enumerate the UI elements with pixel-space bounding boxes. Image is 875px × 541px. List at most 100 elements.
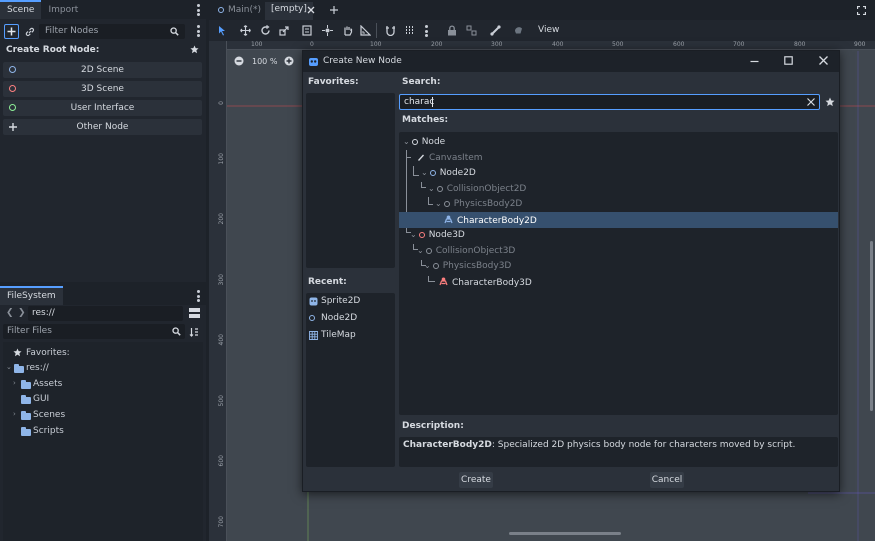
path-input[interactable]: res:// xyxy=(28,306,183,321)
tree-guide xyxy=(428,276,435,282)
zoom-level[interactable]: 100 % xyxy=(252,57,277,66)
tree-item-label: CollisionObject2D xyxy=(446,184,527,194)
ruler-vertical: 0 100 200 300 400 500 600 700 xyxy=(218,41,227,541)
user-interface-label: User Interface xyxy=(70,103,135,113)
tree-item-canvasitem[interactable]: CanvasItem xyxy=(417,153,483,163)
tree-item-characterbody3d[interactable]: CharacterBody3D xyxy=(439,277,532,288)
toolbar-divider xyxy=(376,23,377,38)
favorite-star-icon[interactable] xyxy=(825,97,835,107)
group-icon[interactable] xyxy=(466,25,477,36)
recent-item-label: Node2D xyxy=(321,313,358,323)
tree-item-node2d[interactable]: ⌄ Node2D xyxy=(421,168,476,178)
favorite-star-icon[interactable] xyxy=(190,45,199,54)
add-tab-icon[interactable] xyxy=(329,5,339,15)
user-interface-button[interactable]: User Interface xyxy=(3,100,202,116)
ruler-tool-icon[interactable] xyxy=(360,25,371,36)
tab-scene[interactable]: Scene xyxy=(0,0,42,19)
create-button[interactable]: Create xyxy=(459,472,493,488)
minimize-icon[interactable] xyxy=(750,57,759,66)
tree-item-collisionobject3d[interactable]: ⌄ CollisionObject3D xyxy=(417,246,515,256)
filter-nodes-placeholder: Filter Nodes xyxy=(45,26,99,36)
camera-override-icon[interactable] xyxy=(513,25,524,36)
maximize-icon[interactable] xyxy=(784,56,793,65)
folder-scripts[interactable]: Scripts xyxy=(33,426,64,436)
tab-empty[interactable]: [empty] xyxy=(265,2,313,20)
folder-assets[interactable]: Assets xyxy=(33,379,62,389)
filesystem-dock: FileSystem ❮ ❯ res:// Filter Files Favor… xyxy=(0,286,206,541)
lock-icon[interactable] xyxy=(447,25,457,36)
add-node-button[interactable] xyxy=(4,24,19,39)
star-icon xyxy=(13,348,22,357)
clear-icon[interactable] xyxy=(807,98,815,106)
link-icon[interactable] xyxy=(25,27,35,37)
other-node-button[interactable]: Other Node xyxy=(3,119,202,135)
scene-options-icon[interactable] xyxy=(197,25,200,39)
tree-item-node[interactable]: ⌄ Node xyxy=(403,137,445,147)
tree-item-node3d[interactable]: ⌄ Node3D xyxy=(410,230,465,240)
tree-item-physicsbody2d[interactable]: ⌄ PhysicsBody2D xyxy=(435,199,522,209)
close-icon[interactable] xyxy=(819,56,828,65)
2d-scene-button[interactable]: 2D Scene xyxy=(3,62,202,78)
chevron-right-icon[interactable]: › xyxy=(13,410,16,418)
horizontal-scrollbar[interactable] xyxy=(509,532,621,535)
chevron-down-icon[interactable]: ⌄ xyxy=(6,363,12,371)
search-input[interactable]: charac xyxy=(399,94,820,110)
split-view-icon[interactable] xyxy=(189,308,200,318)
ruler-tick: 200 xyxy=(218,213,225,225)
smart-snap-icon[interactable] xyxy=(385,25,396,36)
vertical-scrollbar[interactable] xyxy=(870,241,873,411)
ruler-tick: 900 xyxy=(854,41,866,48)
view-menu[interactable]: View xyxy=(538,25,559,35)
ruler-tick: 100 xyxy=(218,153,225,165)
rotate-tool-icon[interactable] xyxy=(260,25,271,36)
filter-files-placeholder: Filter Files xyxy=(7,326,52,336)
scale-tool-icon[interactable] xyxy=(279,25,290,36)
tab-filesystem[interactable]: FileSystem xyxy=(0,286,63,305)
3d-scene-button[interactable]: 3D Scene xyxy=(3,81,202,97)
res-root-item[interactable]: res:// xyxy=(26,363,49,373)
favorites-item[interactable]: Favorites: xyxy=(26,348,70,358)
bone-icon[interactable] xyxy=(490,25,501,36)
folder-scenes[interactable]: Scenes xyxy=(33,410,65,420)
cancel-button[interactable]: Cancel xyxy=(650,472,684,488)
filter-files-input[interactable]: Filter Files xyxy=(3,324,185,339)
zoom-out-icon[interactable] xyxy=(234,56,244,66)
tab-empty-label: [empty] xyxy=(271,4,307,14)
folder-icon xyxy=(21,411,31,420)
move-tool-icon[interactable] xyxy=(240,25,251,36)
filesystem-dock-menu-icon[interactable] xyxy=(197,290,200,304)
node2d-icon xyxy=(218,7,224,13)
collisionobject2d-icon xyxy=(436,186,443,192)
back-icon[interactable]: ❮ xyxy=(6,308,14,318)
forward-icon[interactable]: ❯ xyxy=(18,308,26,318)
snap-options-icon[interactable] xyxy=(425,25,428,39)
filter-nodes-input[interactable]: Filter Nodes xyxy=(39,24,185,39)
close-icon[interactable] xyxy=(307,6,315,14)
tree-item-physicsbody3d[interactable]: ⌄ PhysicsBody3D xyxy=(424,261,511,271)
tab-import[interactable]: Import xyxy=(41,0,85,19)
list-tool-icon[interactable] xyxy=(302,25,312,36)
plus-icon xyxy=(7,27,16,36)
tree-item-collisionobject2d[interactable]: ⌄ CollisionObject2D xyxy=(428,184,526,194)
dialog-body: Favorites: Recent: Sprite2D Node2D TileM… xyxy=(303,72,839,491)
ruler-tick: 700 xyxy=(218,516,225,528)
tab-main[interactable]: Main(*) xyxy=(228,5,261,15)
folder-icon xyxy=(14,364,24,373)
sort-icon[interactable] xyxy=(189,327,199,337)
pivot-tool-icon[interactable] xyxy=(322,25,333,36)
tree-item-characterbody2d[interactable]: CharacterBody2D xyxy=(444,215,537,226)
recent-item-label: TileMap xyxy=(321,330,356,340)
create-node-dialog: Create New Node Favorites: Recent: Sprit… xyxy=(302,50,840,492)
chevron-right-icon[interactable]: › xyxy=(13,379,16,387)
folder-gui[interactable]: GUI xyxy=(33,394,49,404)
scene-dock-menu-icon[interactable] xyxy=(197,4,200,18)
fullscreen-icon[interactable] xyxy=(857,6,866,15)
recent-item-label: Sprite2D xyxy=(321,296,361,306)
zoom-in-icon[interactable] xyxy=(284,56,294,66)
pan-tool-icon[interactable] xyxy=(342,25,353,36)
select-tool-icon[interactable] xyxy=(218,25,227,36)
description-box: CharacterBody2D: Specialized 2D physics … xyxy=(399,437,838,467)
grid-snap-icon[interactable] xyxy=(404,25,415,36)
tree-guide xyxy=(406,150,411,158)
favorites-list[interactable] xyxy=(306,93,395,268)
